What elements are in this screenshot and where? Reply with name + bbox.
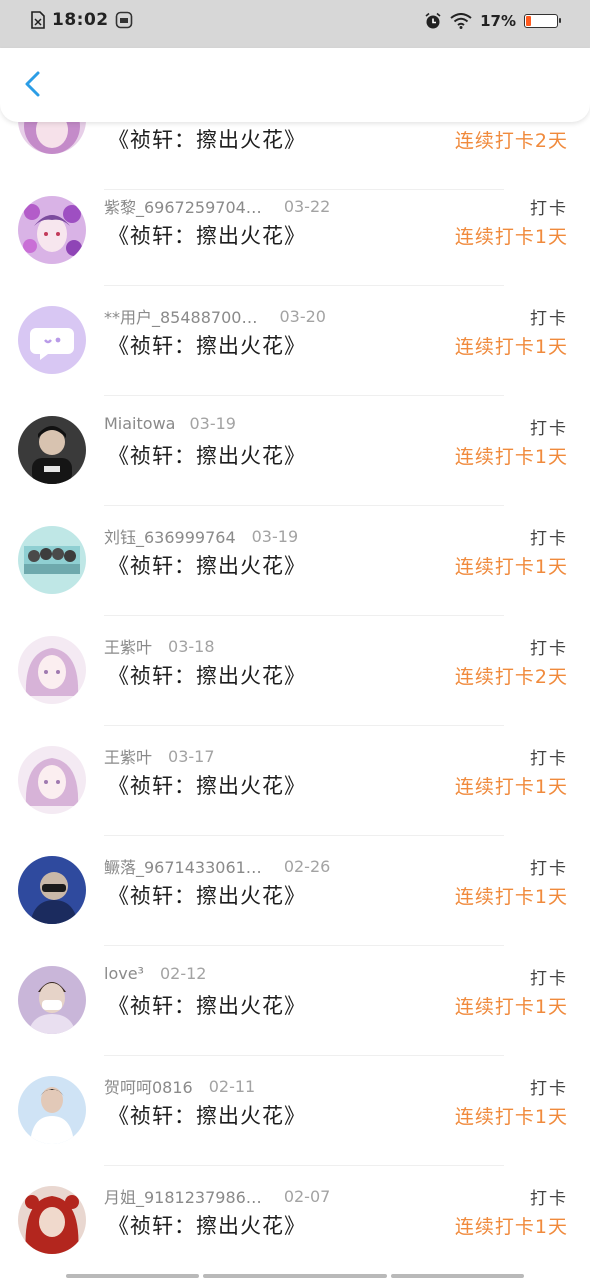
status-bar: 18:02 17% <box>0 0 590 48</box>
list-item[interactable]: **用户_85488700… 03-20 《祯轩：擦出火花》 打卡 连续打卡1天 <box>0 286 590 396</box>
entry-meta: 月姐_9181237986… 02-07 <box>104 1184 330 1208</box>
list-item[interactable]: 王紫叶 03-18 《祯轩：擦出火花》 打卡 连续打卡2天 <box>0 616 590 726</box>
book-title: 《祯轩：擦出火花》 <box>108 994 306 1018</box>
streak-label: 连续打卡1天 <box>454 556 568 578</box>
app-notification-icon <box>115 11 132 29</box>
username[interactable]: **用户_85488700… <box>104 304 257 328</box>
username[interactable]: 刘钰_636999764 <box>104 524 236 548</box>
book-title: 《祯轩：擦出火花》 <box>108 128 306 152</box>
user-avatar[interactable] <box>18 1186 86 1254</box>
list-item[interactable]: 贺呵呵0816 02-11 《祯轩：擦出火花》 打卡 连续打卡1天 <box>0 1056 590 1166</box>
username[interactable]: 月姐_9181237986… <box>104 1184 262 1208</box>
checkin-tag: 打卡 <box>530 1079 568 1099</box>
app-bar <box>0 48 590 122</box>
streak-label: 连续打卡2天 <box>454 130 568 152</box>
checkin-date: 03-22 <box>283 196 331 216</box>
streak-label: 连续打卡1天 <box>454 226 568 248</box>
username[interactable]: 王紫叶 <box>104 634 152 658</box>
user-avatar[interactable] <box>18 856 86 924</box>
book-title: 《祯轩：擦出火花》 <box>108 554 306 578</box>
battery-percent: 17% <box>480 12 516 30</box>
book-title: 《祯轩：擦出火花》 <box>108 884 306 908</box>
streak-label: 连续打卡1天 <box>454 336 568 358</box>
checkin-tag: 打卡 <box>530 969 568 989</box>
checkin-tag: 打卡 <box>530 199 568 219</box>
entry-meta: 王紫叶 03-18 <box>104 634 215 658</box>
book-title: 《祯轩：擦出火花》 <box>108 444 306 468</box>
entry-meta: 鳜落_9671433061… 02-26 <box>104 854 330 878</box>
checkin-date: 02-26 <box>283 856 331 876</box>
alarm-icon <box>425 12 441 29</box>
list-item[interactable]: 刘钰_636999764 03-19 《祯轩：擦出火花》 打卡 连续打卡1天 <box>0 506 590 616</box>
streak-label: 连续打卡1天 <box>454 776 568 798</box>
checkin-tag: 打卡 <box>530 309 568 329</box>
checkin-tag: 打卡 <box>530 419 568 439</box>
streak-label: 连续打卡2天 <box>454 666 568 688</box>
checkin-date: 03-17 <box>168 746 215 766</box>
streak-label: 连续打卡1天 <box>454 996 568 1018</box>
checkin-tag: 打卡 <box>530 639 568 659</box>
checkin-tag: 打卡 <box>530 859 568 879</box>
user-avatar[interactable] <box>18 636 86 704</box>
book-title: 《祯轩：擦出火花》 <box>108 1104 306 1128</box>
username[interactable]: 鳜落_9671433061… <box>104 854 262 878</box>
battery-icon <box>524 14 561 28</box>
list-item[interactable]: 月姐_9181237986… 02-07 《祯轩：擦出火花》 打卡 连续打卡1天 <box>0 1166 590 1276</box>
entry-meta: 贺呵呵0816 02-11 <box>104 1074 255 1098</box>
checkin-date: 03-19 <box>189 414 236 433</box>
user-avatar[interactable] <box>18 416 86 484</box>
streak-label: 连续打卡1天 <box>454 446 568 468</box>
streak-label: 连续打卡1天 <box>454 1216 568 1238</box>
user-avatar[interactable] <box>18 526 86 594</box>
checkin-tag: 打卡 <box>530 1189 568 1209</box>
entry-meta: **用户_85488700… 03-20 <box>104 304 326 328</box>
home-indicator <box>66 1274 199 1278</box>
entry-meta: 紫黎_6967259704… 03-22 <box>104 194 330 218</box>
list-item[interactable]: 鳜落_9671433061… 02-26 《祯轩：擦出火花》 打卡 连续打卡1天 <box>0 836 590 946</box>
chevron-left-icon <box>25 71 40 97</box>
user-avatar[interactable] <box>18 306 86 374</box>
user-avatar[interactable] <box>18 746 86 814</box>
back-button[interactable] <box>14 64 54 104</box>
checkin-date: 03-18 <box>168 636 215 656</box>
checkin-date: 03-20 <box>279 306 326 326</box>
username[interactable]: 紫黎_6967259704… <box>104 194 262 218</box>
entry-meta: 刘钰_636999764 03-19 <box>104 524 298 548</box>
checkin-date: 03-19 <box>251 526 299 546</box>
entry-meta: Miaitowa 03-19 <box>104 414 236 433</box>
list-item[interactable]: love³ 02-12 《祯轩：擦出火花》 打卡 连续打卡1天 <box>0 946 590 1056</box>
book-title: 《祯轩：擦出火花》 <box>108 664 306 688</box>
streak-label: 连续打卡1天 <box>454 1106 568 1128</box>
checkin-tag: 打卡 <box>530 529 568 549</box>
list-item[interactable]: 王紫叶 03-17 《祯轩：擦出火花》 打卡 连续打卡1天 <box>0 726 590 836</box>
user-avatar[interactable] <box>18 966 86 1034</box>
streak-label: 连续打卡1天 <box>454 886 568 908</box>
checkin-date: 02-12 <box>159 964 207 983</box>
sim-off-icon <box>31 11 45 29</box>
home-indicator <box>391 1274 524 1278</box>
list-item[interactable]: Miaitowa 03-19 《祯轩：擦出火花》 打卡 连续打卡1天 <box>0 396 590 506</box>
checkin-tag: 打卡 <box>530 749 568 769</box>
wifi-icon <box>450 13 472 29</box>
username[interactable]: 贺呵呵0816 <box>104 1074 193 1098</box>
home-indicator <box>203 1274 387 1278</box>
entry-meta: 王紫叶 03-17 <box>104 744 215 768</box>
book-title: 《祯轩：擦出火花》 <box>108 334 306 358</box>
username[interactable]: love³ <box>104 964 144 983</box>
user-avatar[interactable] <box>18 196 86 264</box>
status-time: 18:02 <box>52 10 109 30</box>
username[interactable]: 王紫叶 <box>104 744 152 768</box>
entry-meta: love³ 02-12 <box>104 964 206 983</box>
book-title: 《祯轩：擦出火花》 <box>108 224 306 248</box>
list-item[interactable]: 紫黎_6967259704… 03-22 《祯轩：擦出火花》 打卡 连续打卡1天 <box>0 176 590 286</box>
battery-level <box>526 16 532 26</box>
username[interactable]: Miaitowa <box>104 414 175 433</box>
book-title: 《祯轩：擦出火花》 <box>108 1214 306 1238</box>
book-title: 《祯轩：擦出火花》 <box>108 774 306 798</box>
checkin-date: 02-07 <box>283 1186 331 1206</box>
checkin-list: 《祯轩：擦出火花》 连续打卡2天 紫黎_6967259704… 03-22 《祯… <box>0 0 590 1280</box>
user-avatar[interactable] <box>18 1076 86 1144</box>
checkin-date: 02-11 <box>208 1076 256 1096</box>
